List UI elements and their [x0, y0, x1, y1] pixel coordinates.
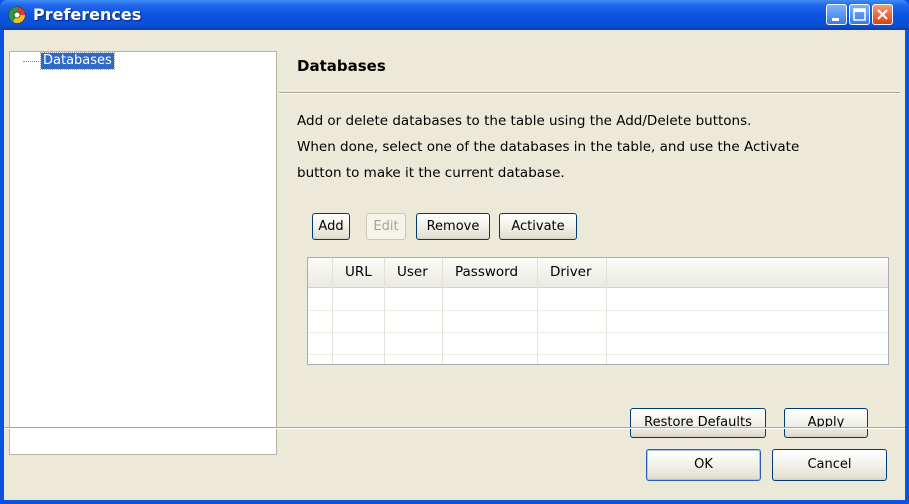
tree-connector [23, 61, 39, 62]
apply-button[interactable]: Apply [784, 408, 868, 438]
column-gridline [537, 258, 538, 364]
remove-button[interactable]: Remove [416, 213, 490, 240]
column-gridline [332, 258, 333, 364]
description-line-3: button to make it the current database. [297, 165, 565, 181]
table-header: URL User Password Driver [308, 258, 888, 288]
column-gridline [606, 258, 607, 364]
column-header-driver[interactable]: Driver [550, 264, 592, 280]
ok-button[interactable]: OK [646, 449, 761, 481]
dialog-client-area: Databases Databases Add or delete databa… [4, 30, 905, 500]
edit-button[interactable]: Edit [366, 213, 406, 240]
description-line-1: Add or delete databases to the table usi… [297, 113, 752, 129]
preferences-window: Preferences Databases Databases Add or d… [0, 0, 909, 504]
preference-tree[interactable]: Databases [9, 51, 277, 455]
column-gridline [384, 258, 385, 364]
maximize-icon [853, 8, 866, 21]
restore-defaults-button[interactable]: Restore Defaults [630, 408, 766, 438]
page-title: Databases [297, 57, 386, 75]
tree-item-databases[interactable]: Databases [40, 52, 115, 70]
databases-table[interactable]: URL User Password Driver [307, 257, 889, 365]
close-icon [877, 9, 888, 20]
bottom-divider [4, 427, 905, 429]
window-title: Preferences [33, 5, 142, 24]
preference-page: Databases Add or delete databases to the… [279, 51, 900, 455]
description-line-2: When done, select one of the databases i… [297, 139, 800, 155]
column-header-url[interactable]: URL [345, 264, 372, 280]
row-gridline [308, 354, 888, 355]
row-gridline [308, 332, 888, 333]
minimize-icon [832, 18, 839, 21]
title-bar[interactable]: Preferences [0, 0, 909, 30]
app-icon [8, 6, 26, 24]
minimize-button[interactable] [826, 4, 847, 25]
close-button[interactable] [872, 4, 893, 25]
row-gridline [308, 310, 888, 311]
column-header-password[interactable]: Password [455, 264, 518, 280]
column-gridline [442, 258, 443, 364]
title-divider [279, 92, 900, 94]
add-button[interactable]: Add [312, 213, 350, 240]
cancel-button[interactable]: Cancel [772, 449, 887, 481]
maximize-button[interactable] [849, 4, 870, 25]
activate-button[interactable]: Activate [499, 213, 577, 240]
column-header-user[interactable]: User [397, 264, 428, 280]
